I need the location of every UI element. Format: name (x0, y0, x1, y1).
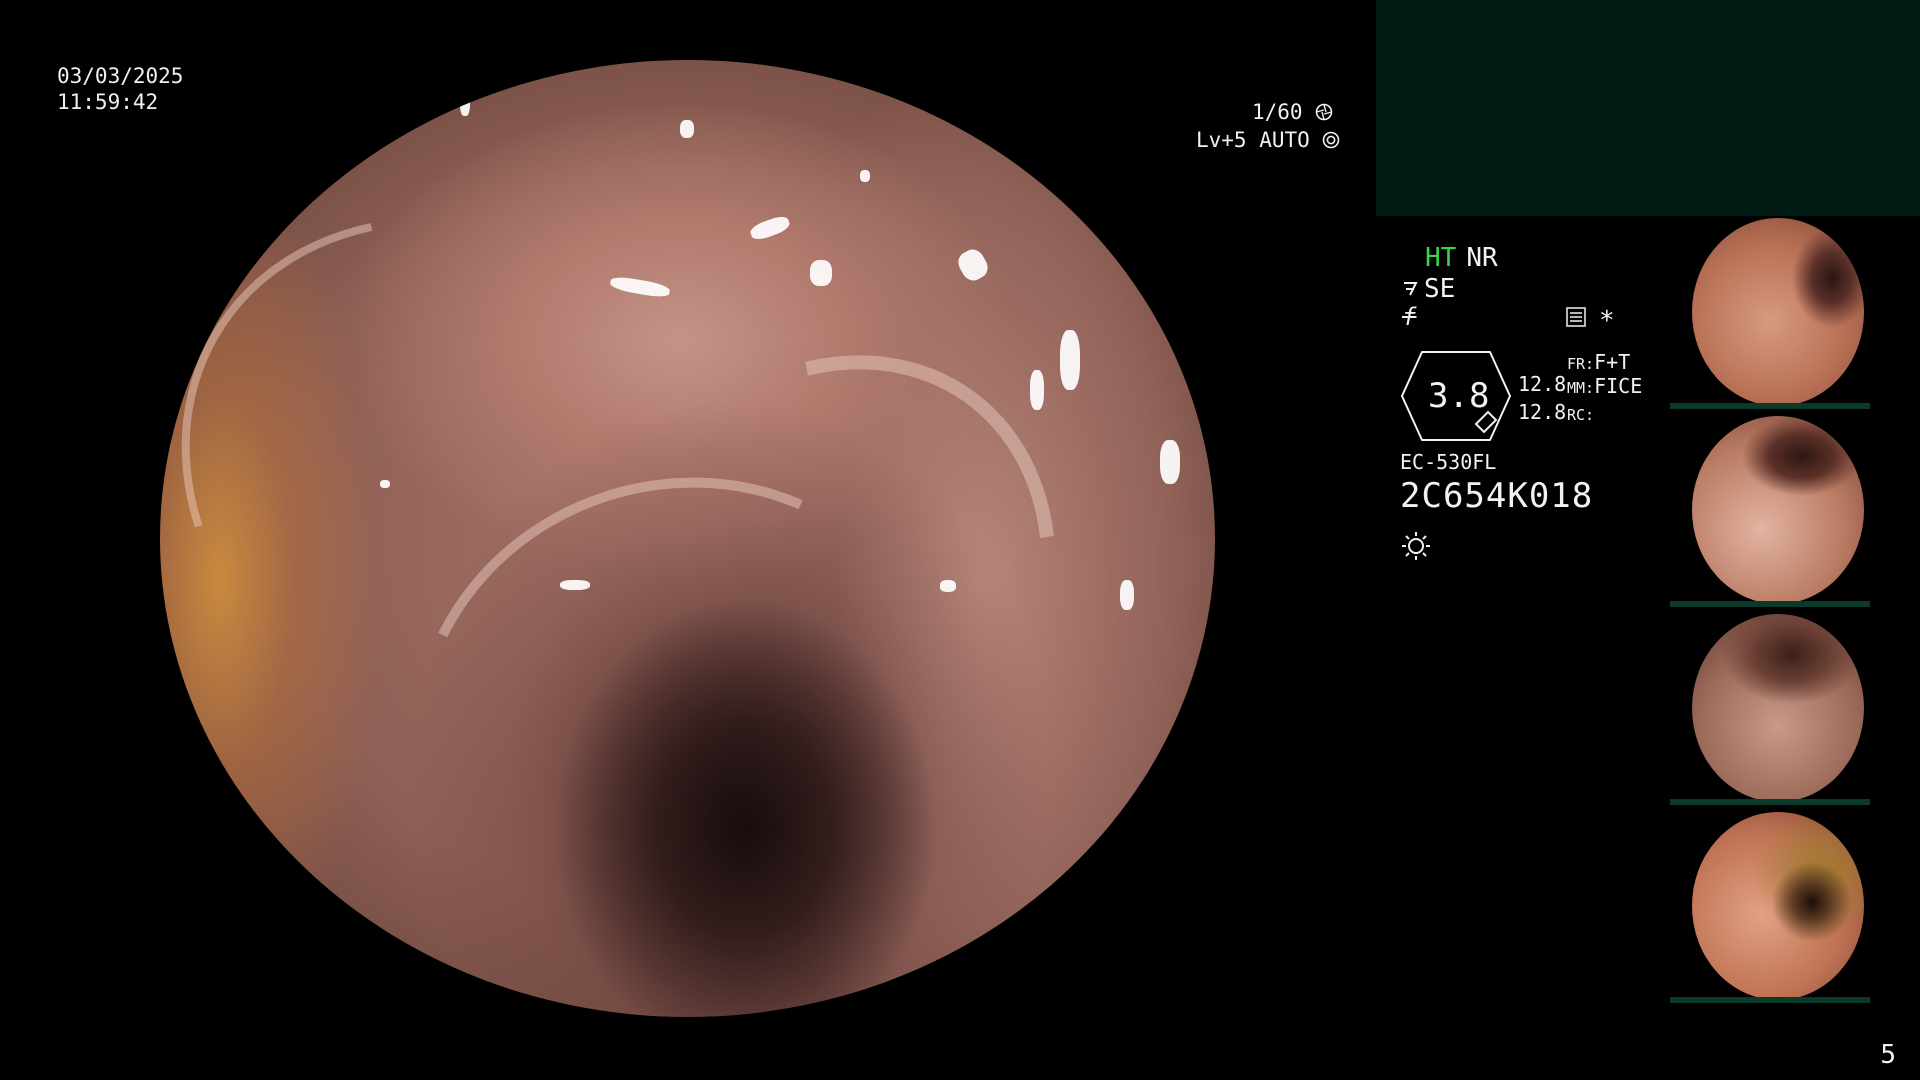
mode-nr-label: NR (1466, 243, 1498, 273)
page-number: 5 (1880, 1040, 1896, 1070)
iris-icon (1323, 131, 1340, 149)
captured-thumbnail[interactable] (1670, 414, 1920, 609)
image-mode-status: HT NR (1425, 243, 1508, 273)
light-reflection (680, 120, 694, 138)
light-reflection (1030, 370, 1044, 410)
mm-label: MM: (1567, 379, 1595, 397)
mm-setting: MM:FICE (1567, 374, 1642, 398)
structure-enhance-label: SE (1424, 274, 1456, 304)
zoom-numeric-bottom: 12.8 (1518, 400, 1567, 424)
structure-enhance-icon (1404, 282, 1418, 296)
time-display: 11:59:42 (57, 90, 159, 114)
thumbnail-bar (1670, 799, 1870, 805)
light-reflection (810, 260, 832, 286)
captured-thumbnail[interactable] (1670, 216, 1920, 411)
mode-ht-label: HT (1425, 243, 1457, 273)
light-source-icon (1402, 532, 1430, 560)
light-reflection (860, 170, 870, 182)
aperture-icon (1315, 103, 1333, 121)
light-reflection (460, 90, 470, 116)
light-reflection (940, 580, 956, 592)
brightness-level-value: Lv+5 AUTO (1196, 128, 1310, 152)
shutter-speed-display: 1/60 (1252, 99, 1333, 125)
f-function-icon: f (1402, 303, 1417, 331)
mm-value: FICE (1594, 374, 1643, 398)
scope-serial-number: 2C654K018 (1400, 476, 1594, 516)
light-reflection (1120, 580, 1134, 610)
endoscope-live-view (160, 60, 1215, 1017)
fr-setting: FR:F+T (1567, 350, 1630, 374)
thumbnail-bar (1670, 997, 1870, 1003)
zoom-value: 3.8 (1428, 376, 1490, 416)
thumbnail-bar (1670, 403, 1870, 409)
asterisk-indicator: * (1599, 306, 1615, 336)
light-reflection (380, 480, 390, 488)
light-reflection (1160, 440, 1180, 484)
rc-setting: RC: (1567, 401, 1594, 425)
light-reflection (748, 213, 792, 243)
thumbnail-image (1692, 218, 1864, 406)
zoom-numeric-top: 12.8 (1518, 372, 1567, 396)
light-reflection (954, 245, 992, 285)
shutter-speed-value: 1/60 (1252, 100, 1303, 124)
light-reflection (1060, 330, 1080, 390)
info-banner (1376, 0, 1920, 216)
fr-label: FR: (1567, 355, 1595, 373)
rc-label: RC: (1567, 406, 1595, 424)
fr-value: F+T (1594, 350, 1631, 374)
structure-enhance-status: SE (1402, 274, 1455, 304)
thumbnail-image (1692, 812, 1864, 1000)
date-display: 03/03/2025 (57, 64, 184, 88)
scope-model: EC-530FL (1400, 450, 1497, 474)
thumbnail-image (1692, 614, 1864, 802)
menu-list-icon (1566, 307, 1586, 327)
thumbnail-image (1692, 416, 1864, 604)
captured-thumbnail[interactable] (1670, 612, 1920, 807)
captured-thumbnail[interactable] (1670, 810, 1920, 1005)
thumbnail-bar (1670, 601, 1870, 607)
light-reflection (560, 580, 590, 590)
brightness-level-display: Lv+5 AUTO (1196, 127, 1340, 153)
